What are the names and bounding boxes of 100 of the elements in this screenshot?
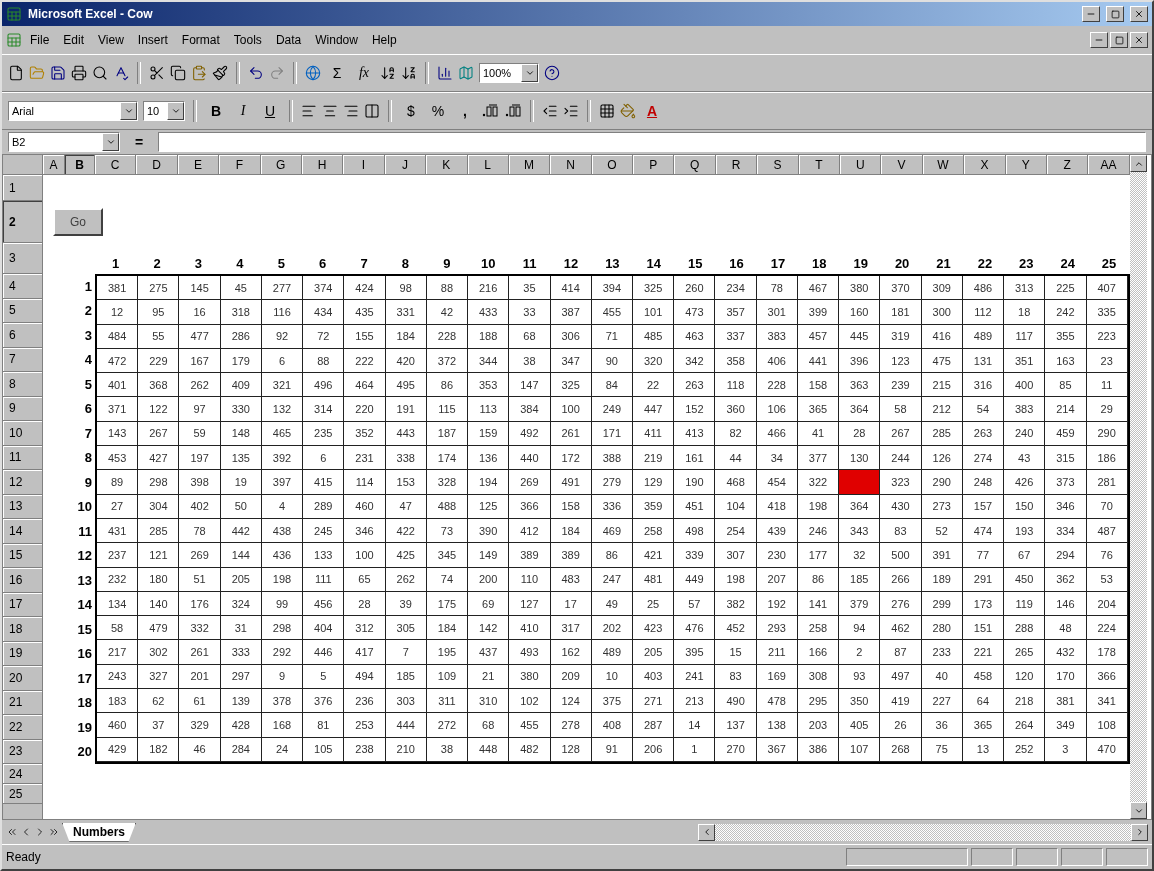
- bold-button[interactable]: B: [205, 103, 227, 119]
- column-header[interactable]: O: [591, 155, 634, 175]
- new-file-icon[interactable]: [8, 65, 24, 81]
- globe-icon[interactable]: [305, 65, 321, 81]
- align-center-icon[interactable]: [322, 103, 338, 119]
- restore-button[interactable]: [1110, 32, 1128, 48]
- first-sheet-icon[interactable]: [6, 826, 18, 838]
- scissors-icon[interactable]: [149, 65, 165, 81]
- row-header[interactable]: 17: [3, 592, 43, 617]
- column-header[interactable]: C: [95, 155, 137, 175]
- row-header[interactable]: 7: [3, 347, 43, 372]
- printer-icon[interactable]: [71, 65, 87, 81]
- italic-button[interactable]: I: [232, 103, 254, 119]
- row-header[interactable]: 3: [3, 243, 43, 274]
- row-header[interactable]: 25: [3, 784, 43, 804]
- save-icon[interactable]: [50, 65, 66, 81]
- row-header[interactable]: 12: [3, 470, 43, 495]
- app-icon[interactable]: [6, 6, 22, 22]
- decrease-indent-icon[interactable]: [542, 103, 558, 119]
- maximize-button[interactable]: [1106, 6, 1124, 22]
- formula-field[interactable]: [158, 132, 1146, 152]
- column-header[interactable]: B: [65, 155, 95, 175]
- column-header[interactable]: M: [508, 155, 551, 175]
- edit-formula-button[interactable]: =: [128, 134, 150, 150]
- column-header[interactable]: X: [964, 155, 1006, 175]
- menu-item[interactable]: File: [24, 31, 56, 49]
- column-header[interactable]: A: [43, 155, 65, 175]
- menu-item[interactable]: View: [92, 31, 130, 49]
- row-header[interactable]: 15: [3, 543, 43, 568]
- column-header[interactable]: N: [550, 155, 592, 175]
- currency-button[interactable]: $: [400, 103, 422, 119]
- column-header[interactable]: Y: [1005, 155, 1047, 175]
- row-header[interactable]: 16: [3, 568, 43, 593]
- menu-item[interactable]: Data: [269, 31, 308, 49]
- row-header[interactable]: 21: [3, 690, 43, 715]
- column-header[interactable]: E: [177, 155, 220, 175]
- align-left-icon[interactable]: [301, 103, 317, 119]
- row-header[interactable]: 1: [3, 175, 43, 201]
- row-header[interactable]: 10: [3, 421, 43, 446]
- column-header[interactable]: AA: [1088, 155, 1130, 175]
- font-select[interactable]: Arial: [8, 101, 138, 121]
- underline-button[interactable]: U: [259, 103, 281, 119]
- close-button[interactable]: [1130, 6, 1148, 22]
- print-preview-icon[interactable]: [92, 65, 108, 81]
- merge-center-icon[interactable]: [364, 103, 380, 119]
- column-header[interactable]: U: [840, 155, 882, 175]
- font-size-select[interactable]: 10: [143, 101, 185, 121]
- sort-ascending-icon[interactable]: [380, 65, 396, 81]
- clipboard-icon[interactable]: [191, 65, 207, 81]
- column-header[interactable]: F: [219, 155, 261, 175]
- column-header[interactable]: L: [467, 155, 509, 175]
- column-header[interactable]: Z: [1047, 155, 1089, 175]
- column-header[interactable]: V: [881, 155, 923, 175]
- column-header[interactable]: D: [136, 155, 178, 175]
- percent-button[interactable]: %: [427, 103, 449, 119]
- increase-indent-icon[interactable]: [563, 103, 579, 119]
- row-header[interactable]: 6: [3, 323, 43, 348]
- row-header[interactable]: 22: [3, 715, 43, 740]
- spellcheck-icon[interactable]: [113, 65, 129, 81]
- row-header[interactable]: 8: [3, 372, 43, 397]
- paintbrush-icon[interactable]: [212, 65, 228, 81]
- chart-icon[interactable]: [437, 65, 453, 81]
- function-button[interactable]: fx: [353, 65, 375, 81]
- column-header[interactable]: H: [301, 155, 344, 175]
- font-color-button[interactable]: A: [641, 103, 663, 119]
- menu-item[interactable]: Format: [175, 31, 226, 49]
- menu-item[interactable]: Help: [365, 31, 403, 49]
- name-box[interactable]: B2: [8, 132, 120, 152]
- vertical-scrollbar[interactable]: [1130, 155, 1147, 819]
- row-header[interactable]: 9: [3, 396, 43, 421]
- row-header[interactable]: 18: [3, 617, 43, 642]
- row-header[interactable]: 13: [3, 494, 43, 519]
- sort-descending-icon[interactable]: [401, 65, 417, 81]
- align-right-icon[interactable]: [343, 103, 359, 119]
- row-header[interactable]: 19: [3, 641, 43, 666]
- column-header[interactable]: S: [757, 155, 799, 175]
- column-header[interactable]: I: [343, 155, 385, 175]
- last-sheet-icon[interactable]: [48, 826, 60, 838]
- column-header[interactable]: Q: [674, 155, 716, 175]
- increase-decimal-icon[interactable]: [481, 104, 499, 118]
- go-button[interactable]: Go: [53, 208, 103, 236]
- row-header[interactable]: 2: [3, 201, 43, 243]
- menu-item[interactable]: Tools: [227, 31, 268, 49]
- column-header[interactable]: P: [633, 155, 675, 175]
- decrease-decimal-icon[interactable]: [504, 104, 522, 118]
- row-header[interactable]: 20: [3, 666, 43, 691]
- minimize-button[interactable]: [1090, 32, 1108, 48]
- borders-icon[interactable]: [599, 103, 615, 119]
- row-header[interactable]: 24: [3, 764, 43, 784]
- menu-item[interactable]: Insert: [131, 31, 174, 49]
- row-header[interactable]: 14: [3, 519, 43, 544]
- column-header[interactable]: T: [798, 155, 841, 175]
- column-header[interactable]: J: [384, 155, 427, 175]
- comma-button[interactable]: ,: [454, 103, 476, 119]
- minimize-button[interactable]: [1082, 6, 1100, 22]
- row-header[interactable]: 5: [3, 298, 43, 323]
- autosum-button[interactable]: Σ: [326, 65, 348, 81]
- sheet-tab[interactable]: Numbers: [62, 822, 136, 842]
- row-header[interactable]: 4: [3, 274, 43, 299]
- menu-item[interactable]: Window: [309, 31, 364, 49]
